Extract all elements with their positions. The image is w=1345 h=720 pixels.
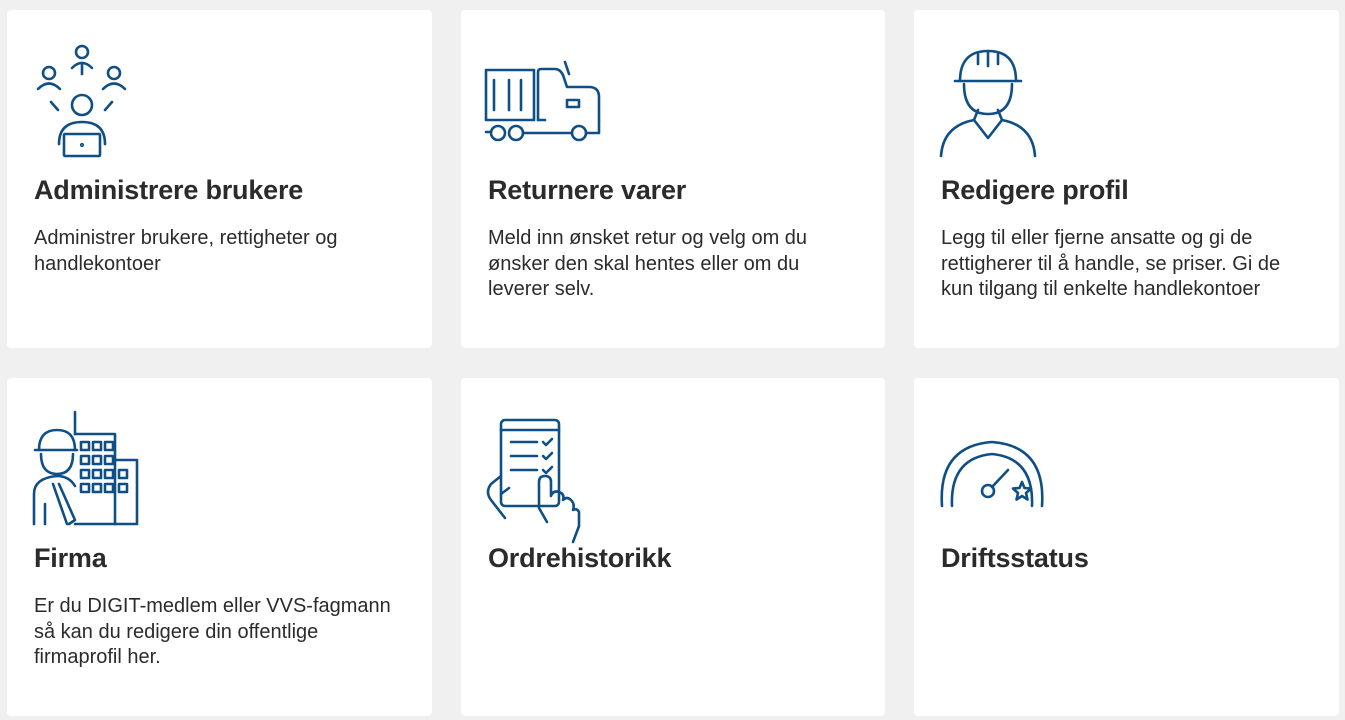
- card-ordrehistorikk[interactable]: Ordrehistorikk: [461, 378, 885, 716]
- card-description: Er du DIGIT-medlem eller VVS-fagmann så …: [34, 595, 391, 668]
- card-administrere-brukere[interactable]: Administrere brukere Administrer brukere…: [7, 10, 432, 348]
- card-title: Driftsstatus: [941, 543, 1089, 573]
- card-description: Meld inn ønsket retur og velg om du ønsk…: [488, 227, 808, 300]
- checklist-tablet-icon: [485, 412, 605, 544]
- card-title: Firma: [34, 543, 107, 573]
- worker-building-icon: [31, 410, 151, 532]
- card-title: Redigere profil: [941, 175, 1129, 205]
- card-firma[interactable]: Firma Er du DIGIT-medlem eller VVS-fagma…: [7, 378, 432, 716]
- card-title: Returnere varer: [488, 175, 687, 205]
- users-network-icon: [31, 44, 151, 164]
- card-title: Ordrehistorikk: [488, 543, 672, 573]
- card-redigere-profil[interactable]: Redigere profil Legg til eller fjerne an…: [914, 10, 1339, 348]
- gauge-star-icon: [938, 412, 1058, 532]
- card-returnere-varer[interactable]: Returnere varer Meld inn ønsket retur og…: [461, 10, 885, 348]
- card-driftsstatus[interactable]: Driftsstatus: [914, 378, 1339, 716]
- card-title: Administrere brukere: [34, 175, 304, 205]
- card-description: Legg til eller fjerne ansatte og gi de r…: [941, 227, 1281, 300]
- dashboard-grid: Administrere brukere Administrer brukere…: [0, 0, 1345, 720]
- truck-icon: [484, 44, 605, 164]
- worker-helmet-icon: [938, 44, 1058, 164]
- card-description: Administrer brukere, rettigheter og hand…: [34, 227, 338, 275]
